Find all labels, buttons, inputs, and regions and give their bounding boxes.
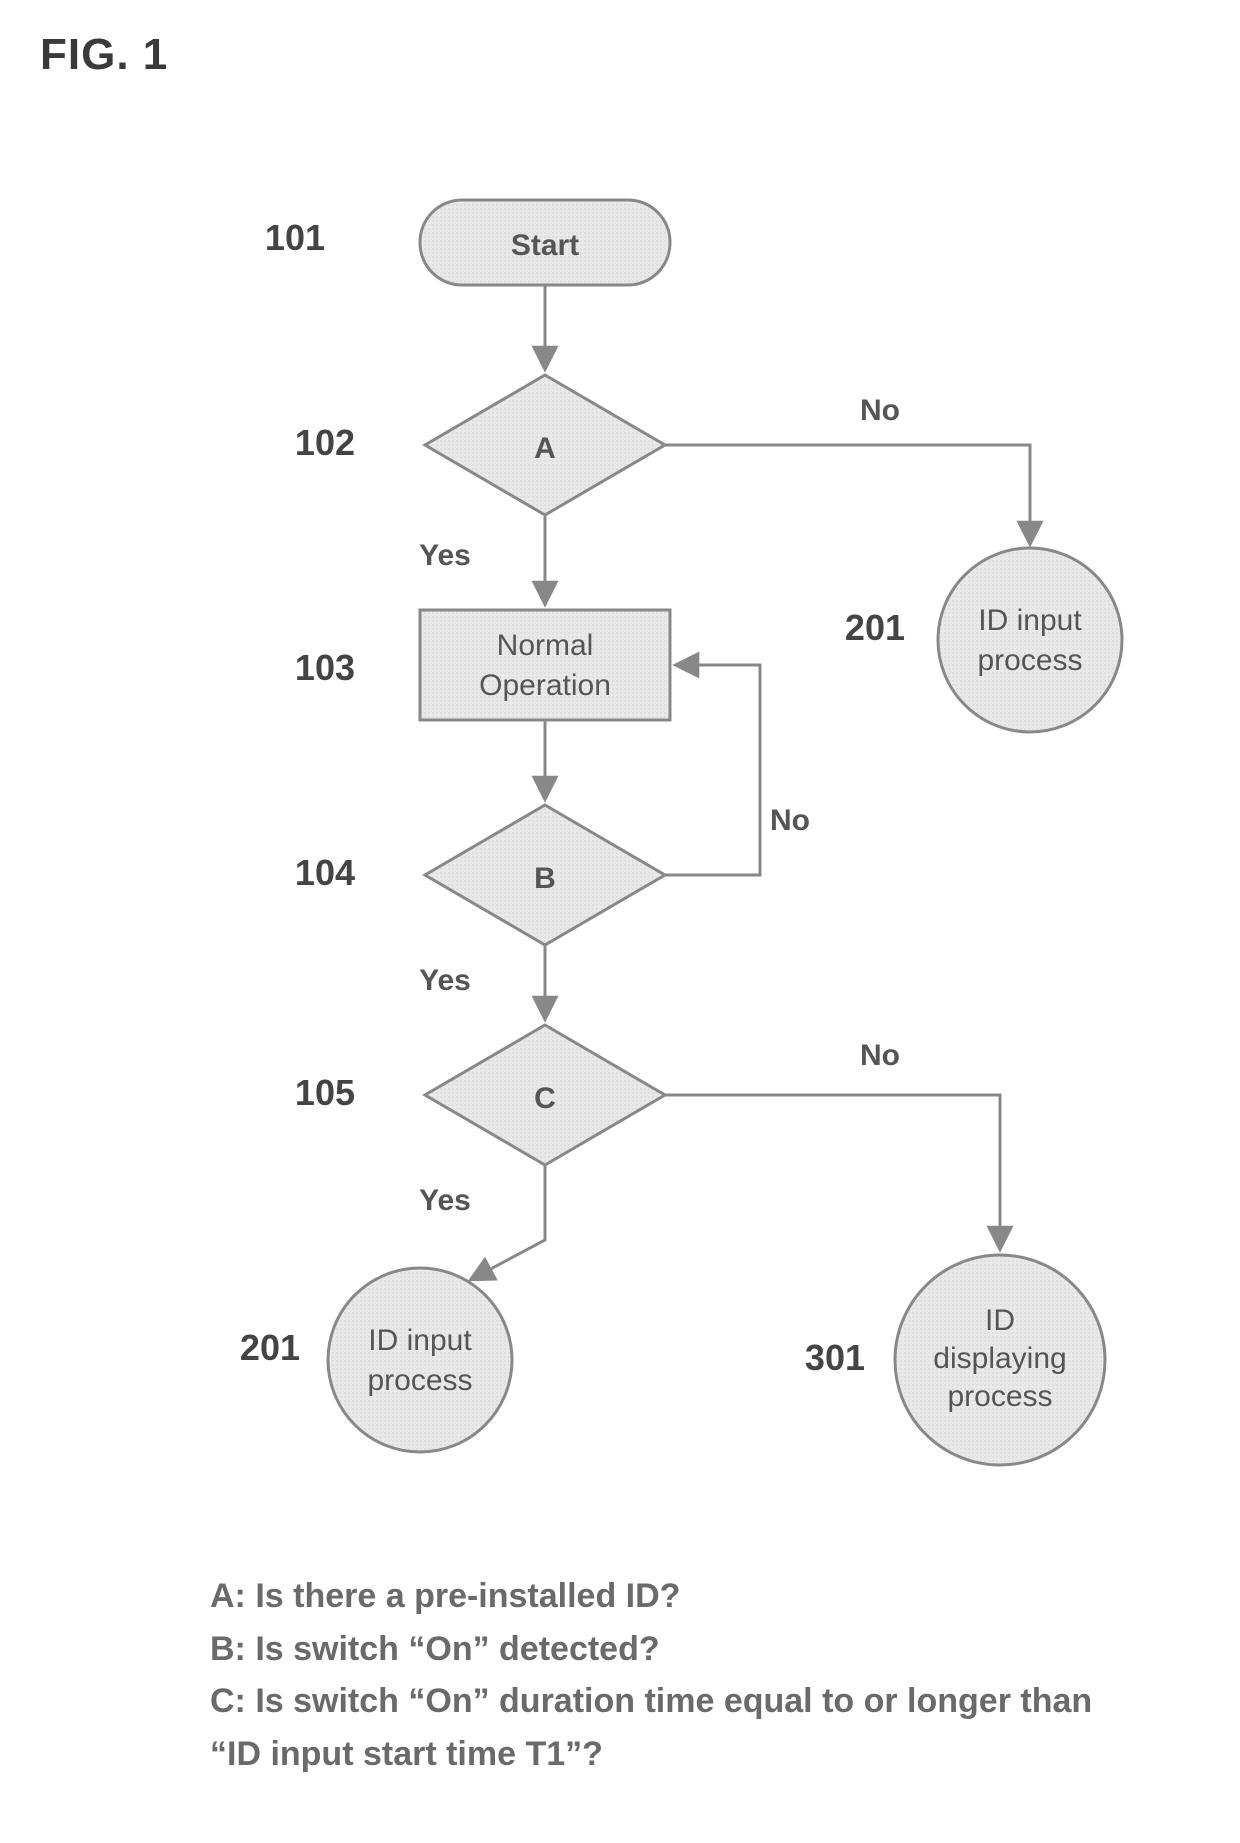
svg-text:A: A (534, 432, 556, 465)
label-c-yes: Yes (419, 1184, 471, 1217)
ref-105: 105 (295, 1072, 355, 1113)
node-id-displaying: ID displaying process (895, 1255, 1105, 1465)
svg-text:ID input: ID input (978, 604, 1082, 637)
label-c-no: No (860, 1039, 900, 1072)
ref-102: 102 (295, 422, 355, 463)
label-a-no: No (860, 394, 900, 427)
node-decision-c: C (425, 1025, 665, 1165)
svg-text:Start: Start (511, 229, 579, 262)
edge-a-input (665, 445, 1030, 545)
edge-b-feedback (665, 665, 760, 875)
label-b-yes: Yes (419, 964, 471, 997)
node-id-input-lower: ID input process (328, 1268, 512, 1452)
edge-c-display (665, 1095, 1000, 1250)
ref-301: 301 (805, 1337, 865, 1378)
svg-text:C: C (534, 1082, 556, 1115)
svg-text:ID input: ID input (368, 1324, 472, 1357)
flowchart-canvas: Start 101 A 102 Yes No Normal Operation … (0, 0, 1240, 1843)
svg-text:Operation: Operation (479, 669, 611, 702)
node-start: Start (420, 200, 670, 285)
legend-a: A: Is there a pre-installed ID? (210, 1570, 1130, 1623)
ref-103: 103 (295, 647, 355, 688)
node-normal-operation: Normal Operation (420, 610, 670, 720)
label-a-yes: Yes (419, 539, 471, 572)
svg-text:B: B (534, 862, 556, 895)
node-decision-b: B (425, 805, 665, 945)
ref-101: 101 (265, 217, 325, 258)
svg-text:process: process (947, 1380, 1052, 1413)
edge-c-input (470, 1165, 545, 1280)
svg-text:displaying: displaying (933, 1342, 1066, 1375)
label-b-no: No (770, 804, 810, 837)
node-id-input-upper: ID input process (938, 548, 1122, 732)
ref-104: 104 (295, 852, 355, 893)
svg-text:process: process (977, 644, 1082, 677)
legend-c: C: Is switch “On” duration time equal to… (210, 1675, 1130, 1780)
svg-text:Normal: Normal (497, 629, 594, 662)
legend-b: B: Is switch “On” detected? (210, 1623, 1130, 1676)
ref-201-lower: 201 (240, 1327, 300, 1368)
legend: A: Is there a pre-installed ID? B: Is sw… (210, 1570, 1130, 1781)
svg-text:ID: ID (985, 1304, 1015, 1337)
svg-text:process: process (367, 1364, 472, 1397)
ref-201-upper: 201 (845, 607, 905, 648)
node-decision-a: A (425, 375, 665, 515)
